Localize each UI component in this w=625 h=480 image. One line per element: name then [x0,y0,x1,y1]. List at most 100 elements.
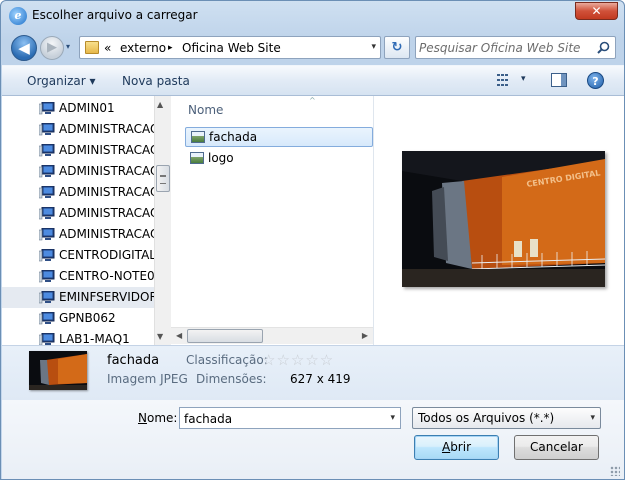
details-thumbnail [29,351,87,390]
dialog-footer: Nome: ▾ Todos os Arquivos (*.*) ▾ Abrir … [2,400,624,479]
access-key: N [138,411,147,425]
preview-pane-icon[interactable] [551,73,567,87]
title-bar[interactable]: e Escolher arquivo a carregar ✕ [1,1,624,31]
file-name-label-text: ome: [146,411,178,425]
file-name-combo[interactable]: ▾ [179,407,401,429]
tree-item[interactable]: CENTRODIGITAL [2,245,154,266]
folder-icon [85,41,99,54]
search-input[interactable] [419,40,594,56]
resize-grip[interactable] [610,466,620,476]
crumb-externo[interactable]: externo [120,41,166,55]
file-list-scrollbar[interactable]: ◀ ▶ [171,327,373,344]
browser-icon: e [9,7,27,25]
tree-item[interactable]: ADMINISTRACAO [2,161,154,182]
image-file-icon [191,131,205,143]
details-file-name: fachada [107,353,160,368]
tree-item-label: ADMINISTRACAO [59,185,154,199]
tree-item[interactable]: ADMINISTRACAO [2,224,154,245]
refresh-button[interactable]: ↻ [384,36,410,59]
open-button[interactable]: Abrir [414,435,499,460]
preview-pane: CENTRO DIGITAL [373,96,624,345]
cancel-button[interactable]: Cancelar [514,435,599,460]
tree-item[interactable]: ADMIN01 [2,98,154,119]
scroll-right-icon[interactable]: ▶ [362,331,368,340]
navigation-bar: ◀ ▶ ▾ « externo ▸ Oficina Web Site ▾ ↻ [1,31,624,65]
chevron-down-icon[interactable]: ▾ [390,413,395,423]
computer-icon [39,123,55,136]
file-dialog: e Escolher arquivo a carregar ✕ ◀ ▶ ▾ « … [0,0,625,480]
computer-icon [39,102,55,115]
back-button[interactable]: ◀ [11,35,37,61]
command-bar: Organizar ▾ Nova pasta ▾ ? [2,65,624,96]
scroll-down-icon[interactable]: ▼ [157,332,163,341]
close-button[interactable]: ✕ [575,2,618,20]
scroll-up-icon[interactable]: ▲ [157,100,163,109]
details-pane: fachada Imagem JPEG Classificação: ☆☆☆☆☆… [2,345,624,400]
recent-pages-dropdown[interactable]: ▾ [66,42,70,51]
tree-item-label: ADMINISTRACAO [59,206,154,220]
rating-label: Classificação: [186,353,268,367]
tree-item[interactable]: LAB1-MAQ1 [2,329,154,345]
file-item-fachada[interactable]: fachada [185,127,373,147]
tree-item[interactable]: ADMINISTRACAO [2,140,154,161]
tree-item[interactable]: ADMINISTRACAO [2,182,154,203]
address-bar[interactable]: « externo ▸ Oficina Web Site ▾ [79,36,381,59]
scroll-left-icon[interactable]: ◀ [176,331,182,340]
crumb-oficina-web-site[interactable]: Oficina Web Site [182,41,281,55]
tree-item[interactable]: EMINFSERVIDOR [2,287,154,308]
tree-scrollbar[interactable]: ▲ ▼ [154,96,171,345]
crumb-overflow-button[interactable]: « [104,41,111,55]
crumb-separator-icon[interactable]: ▸ [168,43,173,53]
window-title: Escolher arquivo a carregar [32,8,198,22]
tree-item[interactable]: ADMINISTRACAO [2,119,154,140]
computer-icon [39,249,55,262]
file-item-label: logo [208,151,234,165]
search-icon[interactable] [597,41,610,54]
open-button-label: brir [450,440,472,454]
file-item-logo[interactable]: logo [185,149,373,169]
tree-item-label: LAB1-MAQ1 [59,332,130,345]
file-type-value: Todos os Arquivos (*.*) [418,411,555,425]
computer-icon [39,165,55,178]
tree-item-label: CENTRODIGITAL [59,248,154,262]
tree-item[interactable]: ADMINISTRACAO [2,203,154,224]
tree-item[interactable]: CENTRO-NOTE01 [2,266,154,287]
details-file-type: Imagem JPEG [107,372,188,386]
tree-item[interactable]: GPNB062 [2,308,154,329]
tree-item-label: ADMIN01 [59,101,115,115]
sort-ascending-icon: ^ [309,96,316,105]
computer-icon [39,228,55,241]
view-list-icon[interactable] [497,74,511,86]
search-box[interactable] [415,36,616,59]
computer-icon [39,291,55,304]
file-type-select[interactable]: Todos os Arquivos (*.*) ▾ [412,407,601,429]
file-item-label: fachada [209,130,258,144]
navigation-tree: ADMIN01 ADMINISTRACAO ADMINISTRACAO ADMINIS… [2,96,154,345]
computer-icon [39,333,55,345]
file-list: Nome ^ fachada logo ◀ ▶ [171,96,373,345]
address-dropdown-icon[interactable]: ▾ [371,42,376,52]
forward-button[interactable]: ▶ [40,36,64,60]
tree-item-label: CENTRO-NOTE01 [59,269,154,283]
image-file-icon [190,152,204,164]
tree-item-label: EMINFSERVIDOR [59,290,154,304]
rating-stars[interactable]: ☆☆☆☆☆ [262,351,334,369]
tree-item-label: GPNB062 [59,311,116,325]
computer-icon [39,312,55,325]
tree-item-label: ADMINISTRACAO [59,122,154,136]
view-dropdown-icon[interactable]: ▾ [521,74,526,84]
tree-item-label: ADMINISTRACAO [59,143,154,157]
scroll-thumb[interactable] [187,329,263,343]
chevron-down-icon[interactable]: ▾ [590,413,595,423]
preview-image: CENTRO DIGITAL [402,151,605,287]
organize-button[interactable]: Organizar ▾ [27,74,96,88]
computer-icon [39,270,55,283]
scroll-thumb[interactable] [156,165,170,192]
column-header-name[interactable]: Nome [188,103,223,117]
help-icon[interactable]: ? [587,72,604,89]
tree-item-label: ADMINISTRACAO [59,164,154,178]
tree-item-label: ADMINISTRACAO [59,227,154,241]
file-name-input[interactable] [184,411,379,426]
new-folder-button[interactable]: Nova pasta [122,74,190,88]
computer-icon [39,207,55,220]
